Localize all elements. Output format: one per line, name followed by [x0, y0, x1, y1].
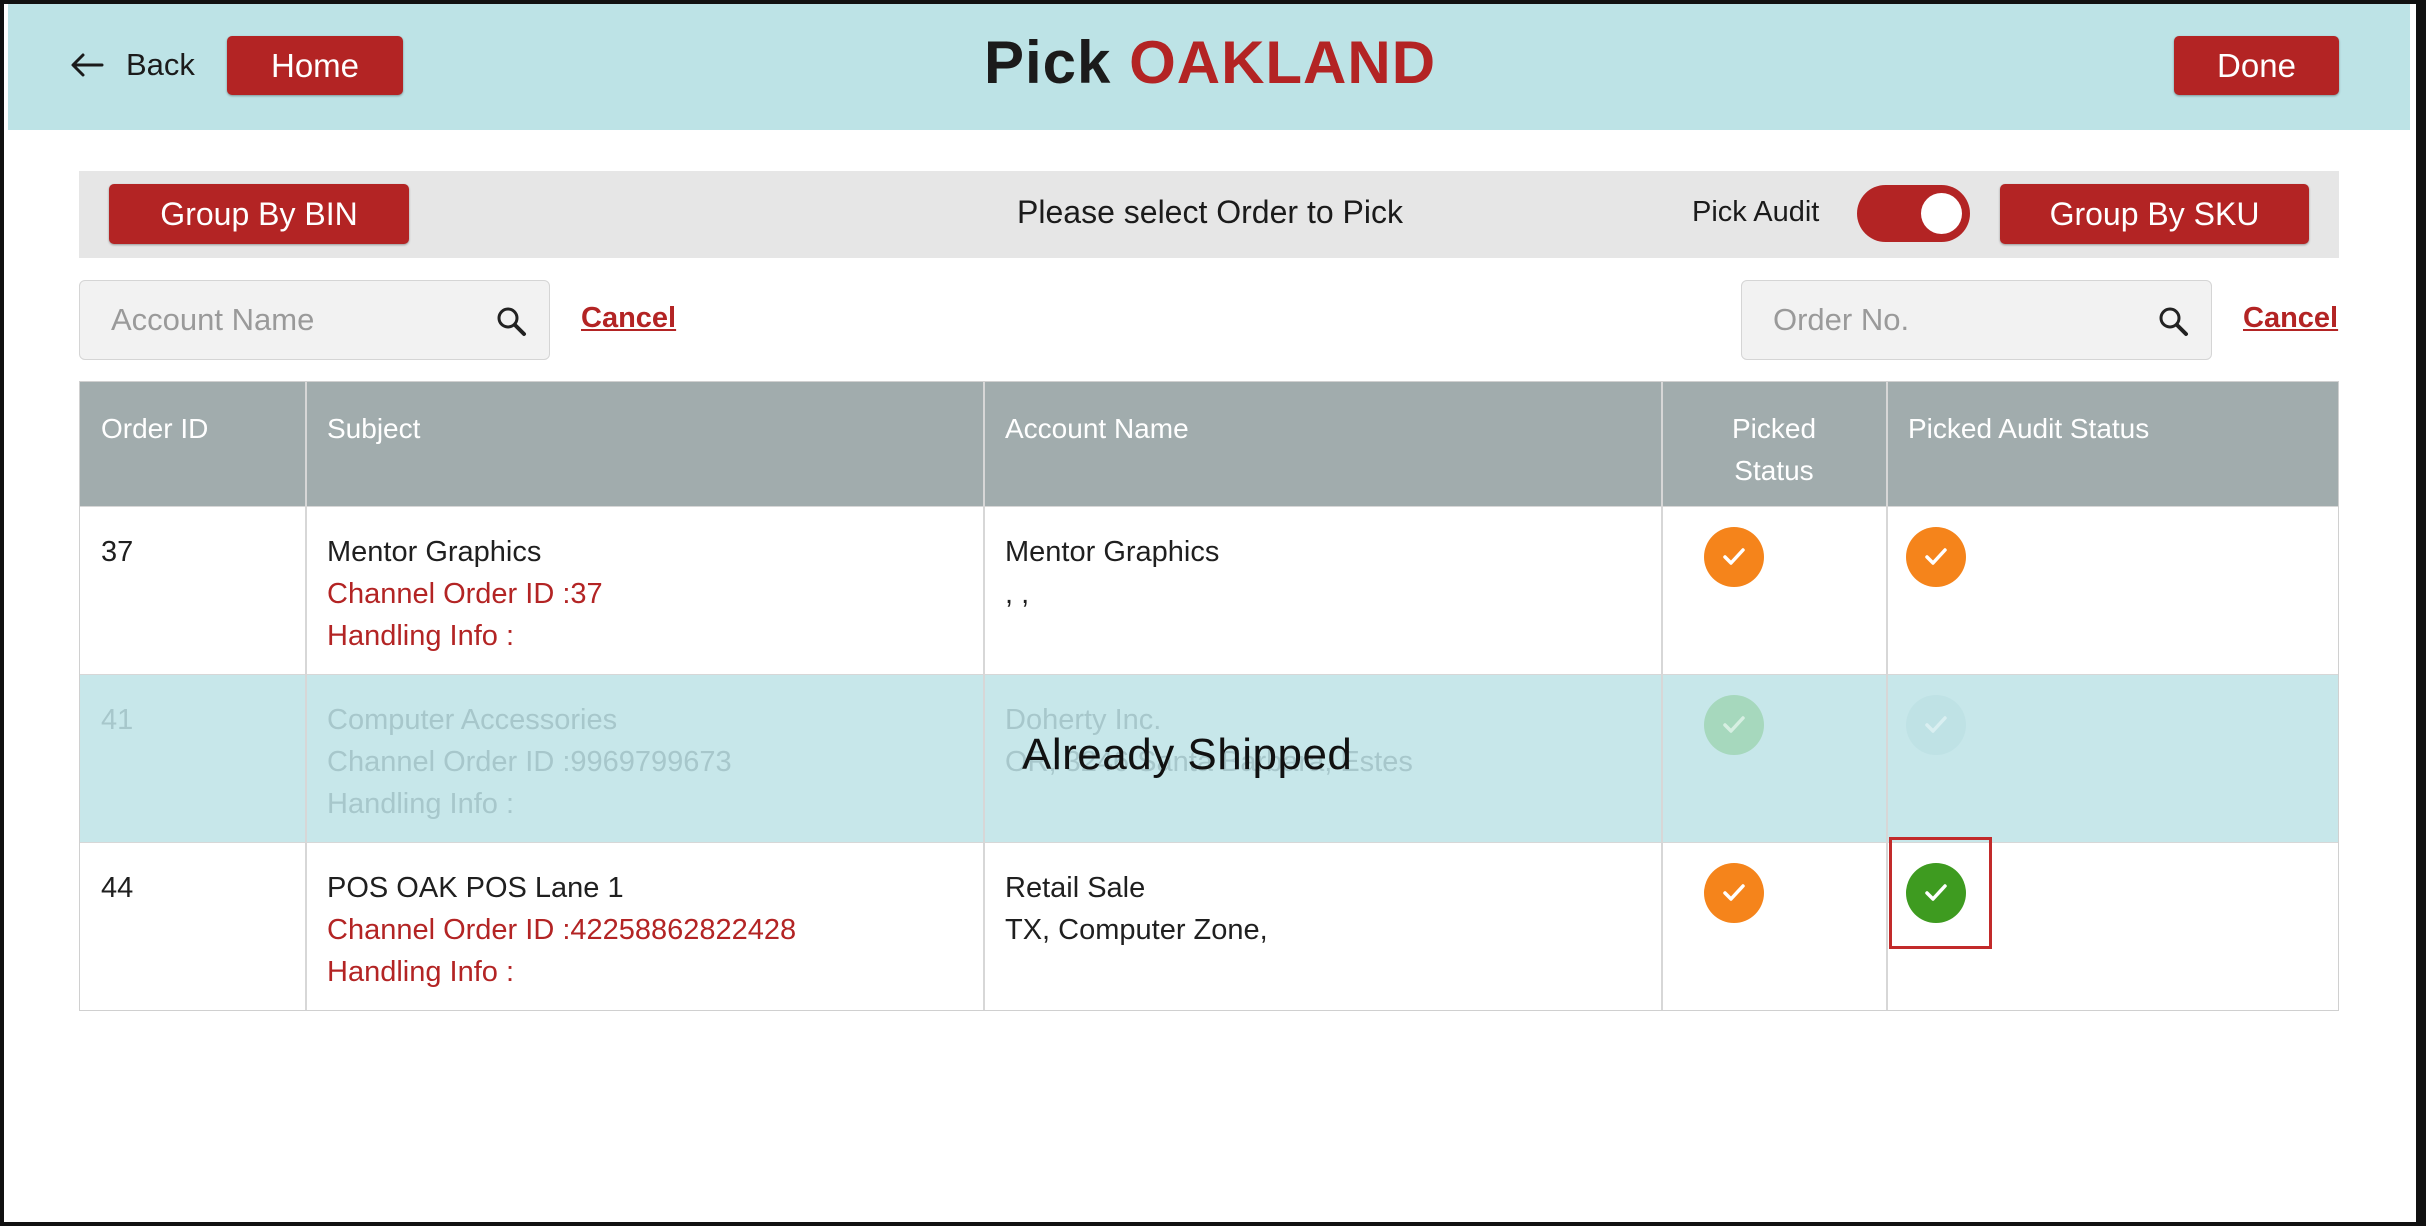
back-button[interactable]: Back [70, 40, 195, 90]
header-picked-status: Picked Status [1662, 382, 1886, 506]
home-button[interactable]: Home [227, 36, 403, 95]
pick-audit-toggle[interactable] [1857, 185, 1970, 242]
subject-text: Mentor Graphics [327, 536, 542, 568]
account-search-box [79, 280, 550, 360]
checkmark-icon [1925, 716, 1947, 733]
picked-status-icon[interactable] [1704, 527, 1764, 587]
header-picked-audit-status: Picked Audit Status [1908, 413, 2150, 444]
table-header: Order ID Subject Account Name Picked Sta… [80, 382, 2338, 506]
checkmark-icon [1925, 548, 1947, 565]
header-account-name: Account Name [1005, 413, 1189, 444]
subject-text: POS OAK POS Lane 1 [327, 872, 624, 904]
arrow-left-icon [71, 53, 104, 77]
toolbar-message: Please select Order to Pick [1017, 194, 1403, 230]
subject-cell: POS OAK POS Lane 1 Channel Order ID :422… [327, 867, 796, 993]
page-title: Pick OAKLAND [870, 28, 1550, 108]
column-divider [983, 382, 985, 1010]
header-picked-status-line2: Status [1734, 455, 1814, 486]
title-location: OAKLAND [1129, 29, 1437, 96]
column-divider [305, 382, 307, 1010]
channel-order-id: Channel Order ID :42258862822428 [327, 914, 797, 946]
picked-status-icon[interactable] [1704, 863, 1764, 923]
order-id-cell: 44 [101, 872, 134, 904]
group-by-bin-button[interactable]: Group By BIN [109, 184, 409, 244]
header-picked-status-line1: Picked [1731, 413, 1817, 444]
account-name-text: Mentor Graphics [1005, 536, 1220, 568]
column-divider [1661, 382, 1663, 1010]
checkmark-icon [1723, 884, 1745, 901]
account-name-text: Retail Sale [1005, 872, 1146, 904]
subject-text: Computer Accessories [327, 704, 618, 736]
orders-table: Order ID Subject Account Name Picked Sta… [79, 381, 2339, 1011]
cancel-account-search-link[interactable]: Cancel [581, 302, 676, 335]
already-shipped-label: Already Shipped [1022, 730, 1353, 779]
order-id-cell: 41 [101, 704, 134, 736]
account-address-text: , , [1005, 578, 1030, 610]
channel-order-id: Channel Order ID :9969799673 [327, 746, 732, 778]
account-cell: Mentor Graphics , , [1005, 531, 1219, 615]
subject-cell: Mentor Graphics Channel Order ID :37 Han… [327, 531, 603, 657]
toggle-knob [1921, 193, 1962, 234]
audit-status-icon [1906, 695, 1966, 755]
channel-order-id: Channel Order ID :37 [327, 578, 603, 610]
search-icon[interactable] [2157, 305, 2189, 337]
order-search-box [1741, 280, 2212, 360]
cancel-order-search-link[interactable]: Cancel [2243, 302, 2338, 335]
handling-info: Handling Info : [327, 788, 515, 820]
order-id-cell: 37 [101, 536, 134, 568]
account-address-text: TX, Computer Zone, [1005, 914, 1268, 946]
checkmark-icon [1723, 548, 1745, 565]
account-name-search-input[interactable] [80, 281, 549, 359]
highlight-box [1889, 837, 1992, 949]
table-row[interactable]: 37 Mentor Graphics Channel Order ID :37 … [80, 506, 2338, 674]
column-divider [1886, 382, 1888, 1010]
audit-status-icon[interactable] [1906, 527, 1966, 587]
picked-status-icon [1704, 695, 1764, 755]
order-no-search-input[interactable] [1742, 281, 2211, 359]
checkmark-icon [1723, 716, 1745, 733]
account-cell: Retail Sale TX, Computer Zone, [1005, 867, 1268, 951]
pick-audit-label: Pick Audit [1692, 196, 1820, 228]
done-button[interactable]: Done [2174, 36, 2339, 95]
search-icon[interactable] [495, 305, 527, 337]
header-order-id: Order ID [101, 413, 209, 444]
header-subject: Subject [327, 413, 421, 444]
subject-cell: Computer Accessories Channel Order ID :9… [327, 699, 732, 825]
group-by-sku-button[interactable]: Group By SKU [2000, 184, 2309, 244]
title-prefix: Pick [983, 29, 1112, 96]
back-label: Back [126, 47, 195, 82]
table-row[interactable]: 44 POS OAK POS Lane 1 Channel Order ID :… [80, 842, 2338, 1010]
handling-info: Handling Info : [327, 956, 515, 988]
handling-info: Handling Info : [327, 620, 515, 652]
